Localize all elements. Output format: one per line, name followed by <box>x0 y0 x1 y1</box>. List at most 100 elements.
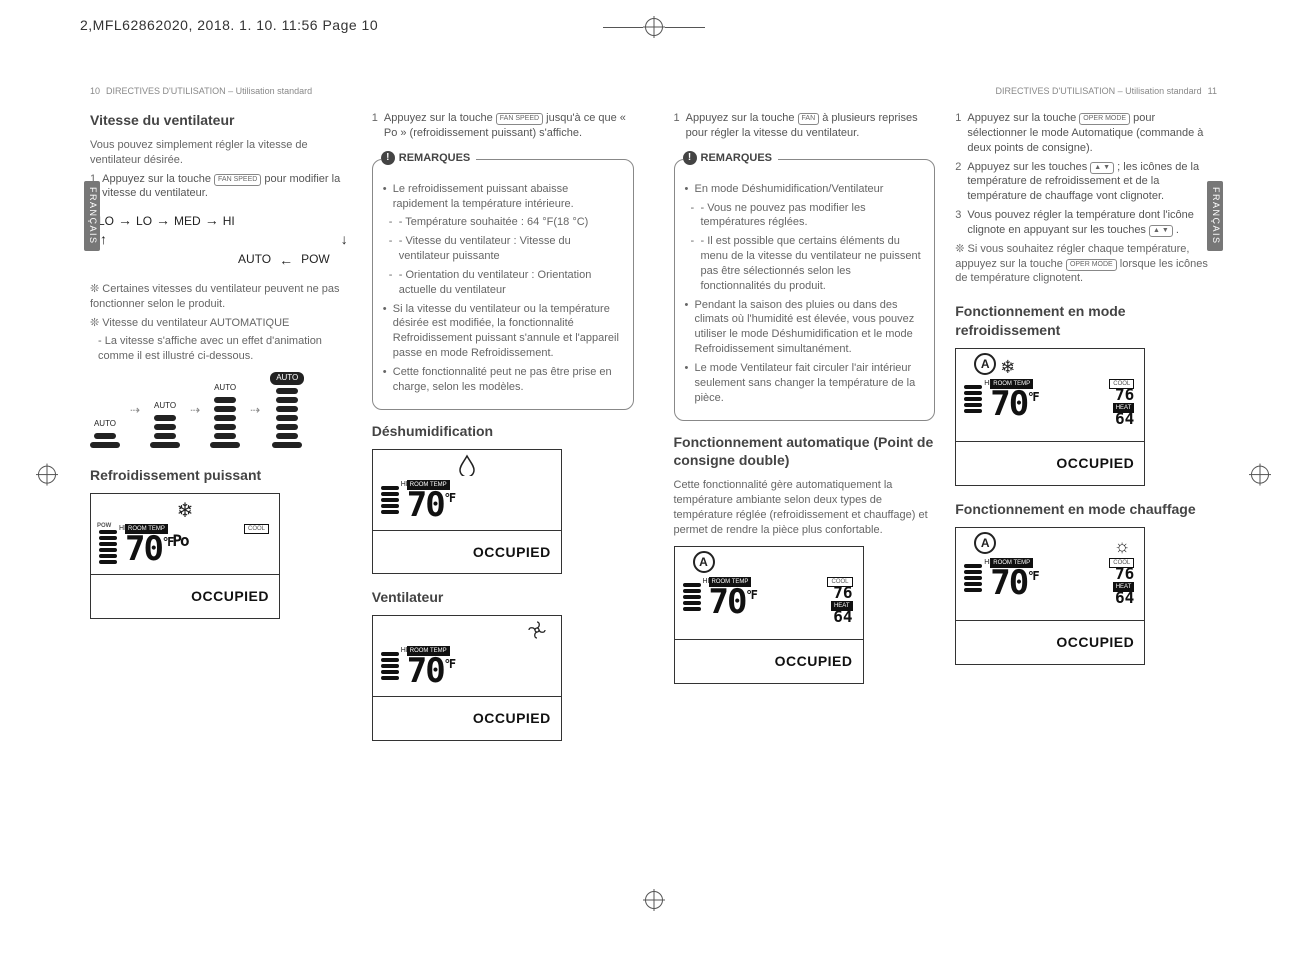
page-header-right: DIRECTIVES D'UTILISATION – Utilisation s… <box>674 85 1218 97</box>
info-icon: ! <box>683 151 697 165</box>
temperature-value: 70°F <box>709 585 756 619</box>
remarks-box: ! REMARQUES En mode Déshumidification/Ve… <box>674 159 936 421</box>
step-text: Appuyez sur la touche FAN SPEED pour mod… <box>102 172 352 202</box>
lcd-display-auto: A ROOM TEMP COOL HEAT HI 70°F 76 64 <box>674 546 864 684</box>
button-key-icon: ▲ ▼ <box>1090 162 1114 174</box>
auto-mode-icon: A <box>693 551 715 573</box>
crop-mark-top <box>603 18 705 36</box>
fan-icon <box>527 620 547 648</box>
page-header-left: 10 DIRECTIVES D'UTILISATION – Utilisatio… <box>90 85 634 97</box>
temperature-value: 70°F <box>407 654 454 688</box>
registration-mark-icon <box>645 18 663 36</box>
heading-power-cooling: Refroidissement puissant <box>90 466 352 485</box>
step-number: 2 <box>955 160 961 205</box>
remarks-box: ! REMARQUES Le refroidissement puissant … <box>372 159 634 410</box>
fan-bars-icon: HI <box>964 564 982 592</box>
droplet-icon <box>457 454 477 484</box>
remark-item: - Vitesse du ventilateur : Vitesse du ve… <box>383 234 623 264</box>
temperature-value: 70°F <box>990 566 1037 600</box>
page-number: 11 <box>1208 85 1217 97</box>
occupied-label: OCCUPIED <box>373 696 561 740</box>
button-key-icon: ▲ ▼ <box>1149 225 1173 237</box>
occupied-label: OCCUPIED <box>956 441 1144 485</box>
remark-item: - Température souhaitée : 64 °F(18 °C) <box>383 215 623 230</box>
column: Vitesse du ventilateur Vous pouvez simpl… <box>90 107 352 914</box>
registration-mark-icon <box>1251 466 1269 484</box>
fan-bars-icon: HI <box>381 486 399 514</box>
remark-item: Pendant la saison des pluies ou dans des… <box>685 298 925 357</box>
lcd-display-dehum: ROOM TEMP HI 70°F OCCUPIED <box>372 449 562 575</box>
step-text: Appuyez sur la touche FAN à plusieurs re… <box>686 111 936 141</box>
step-text: Appuyez sur la touche OPER MODE pour sél… <box>967 111 1217 156</box>
temperature-value: 70°F <box>407 488 454 522</box>
step: 2 Appuyez sur les touches ▲ ▼ ; les icôn… <box>955 160 1217 205</box>
button-key-icon: OPER MODE <box>1066 259 1117 271</box>
paragraph: Cette fonctionnalité gère automatiquemen… <box>674 478 936 537</box>
pow-label: POW <box>97 522 111 530</box>
remark-item: Cette fonctionnalité peut ne pas être pr… <box>383 365 623 395</box>
heading-heating-mode: Fonctionnement en mode chauffage <box>955 500 1217 519</box>
occupied-label: OCCUPIED <box>91 574 279 618</box>
language-tab: FRANÇAIS <box>1207 181 1223 251</box>
heading-fan: Ventilateur <box>372 588 634 607</box>
section-title: DIRECTIVES D'UTILISATION – Utilisation s… <box>996 85 1202 97</box>
heading-cooling-mode: Fonctionnement en mode refroidissement <box>955 302 1217 340</box>
step-text: Appuyez sur la touche FAN SPEED jusqu'à … <box>384 111 634 141</box>
language-tab: FRANÇAIS <box>84 181 100 251</box>
page-number: 10 <box>90 85 100 97</box>
step: 1 Appuyez sur la touche OPER MODE pour s… <box>955 111 1217 156</box>
remarks-title: ! REMARQUES <box>683 151 779 166</box>
lcd-display-fan: ROOM TEMP HI 70°F OCCUPIED <box>372 615 562 741</box>
cool-setpoint: 76 <box>1115 566 1134 582</box>
step-number: 1 <box>674 111 680 141</box>
fan-bars-icon: HI <box>99 530 117 564</box>
remark-item: - Vous ne pouvez pas modifier les tempér… <box>685 201 925 231</box>
step: 3 Vous pouvez régler la température dont… <box>955 208 1217 238</box>
info-icon: ! <box>381 151 395 165</box>
auto-mode-icon: A <box>974 532 996 554</box>
fan-speed-flow-diagram: SLO→ LO→ MED→ HI ↑↓ AUTO ← POW <box>90 211 352 270</box>
remark-item: Si la vitesse du ventilateur ou la tempé… <box>383 302 623 361</box>
cool-label: COOL <box>244 524 269 534</box>
button-key-icon: FAN SPEED <box>214 174 261 186</box>
lcd-display-cooling-mode: A ❄ ROOM TEMP COOL HEAT HI 70°F 76 <box>955 348 1145 486</box>
column: 1 Appuyez sur la touche FAN à plusieurs … <box>674 107 936 914</box>
remarks-title: ! REMARQUES <box>381 151 477 166</box>
page-left: FRANÇAIS 10 DIRECTIVES D'UTILISATION – U… <box>90 85 634 914</box>
button-key-icon: FAN SPEED <box>496 113 543 125</box>
step-number: 1 <box>372 111 378 141</box>
remark-item: En mode Déshumidification/Ventilateur <box>685 182 925 197</box>
temperature-value: 70°F <box>990 387 1037 421</box>
step: 1 Appuyez sur la touche FAN SPEED pour m… <box>90 172 352 202</box>
remark-item: - Il est possible que certains éléments … <box>685 234 925 293</box>
auto-mode-icon: A <box>974 353 996 375</box>
lcd-display-heating-mode: A ☼ ROOM TEMP COOL HEAT HI 70°F 76 <box>955 527 1145 665</box>
heading-dehum: Déshumidification <box>372 422 634 441</box>
occupied-label: OCCUPIED <box>956 620 1144 664</box>
auto-bars-diagram: AUTO ⇢ AUTO ⇢ AUTO ⇢ AUTO <box>90 372 352 448</box>
section-title: DIRECTIVES D'UTILISATION – Utilisation s… <box>106 85 312 97</box>
step: 1 Appuyez sur la touche FAN à plusieurs … <box>674 111 936 141</box>
registration-mark-icon <box>38 466 56 484</box>
fan-bars-icon: HI <box>683 583 701 611</box>
page-right: FRANÇAIS DIRECTIVES D'UTILISATION – Util… <box>674 85 1218 914</box>
occupied-label: OCCUPIED <box>373 530 561 574</box>
step-number: 1 <box>955 111 961 156</box>
cool-setpoint: 76 <box>1115 387 1134 403</box>
step-text: Appuyez sur les touches ▲ ▼ ; les icônes… <box>967 160 1217 205</box>
heat-setpoint: 64 <box>1115 590 1134 606</box>
heading-auto: Fonctionnement automatique (Point de con… <box>674 433 936 471</box>
column: 1 Appuyez sur la touche FAN SPEED jusqu'… <box>372 107 634 914</box>
note: ❊ Certaines vitesses du ventilateur peuv… <box>90 282 352 312</box>
lcd-display-power-cooling: ❄ POW ROOM TEMP COOL HI 70°FPo OCCUPIED <box>90 493 280 619</box>
note: ❊ Si vous souhaitez régler chaque tempér… <box>955 242 1217 287</box>
cool-setpoint: 76 <box>833 585 852 601</box>
heading-fan-speed: Vitesse du ventilateur <box>90 111 352 130</box>
note: - La vitesse s'affiche avec un effet d'a… <box>90 334 352 364</box>
remark-item: Le mode Ventilateur fait circuler l'air … <box>685 361 925 406</box>
column: 1 Appuyez sur la touche OPER MODE pour s… <box>955 107 1217 914</box>
step-number: 3 <box>955 208 961 238</box>
heat-setpoint: 64 <box>1115 411 1134 427</box>
fan-bars-icon: HI <box>964 385 982 413</box>
occupied-label: OCCUPIED <box>675 639 863 683</box>
